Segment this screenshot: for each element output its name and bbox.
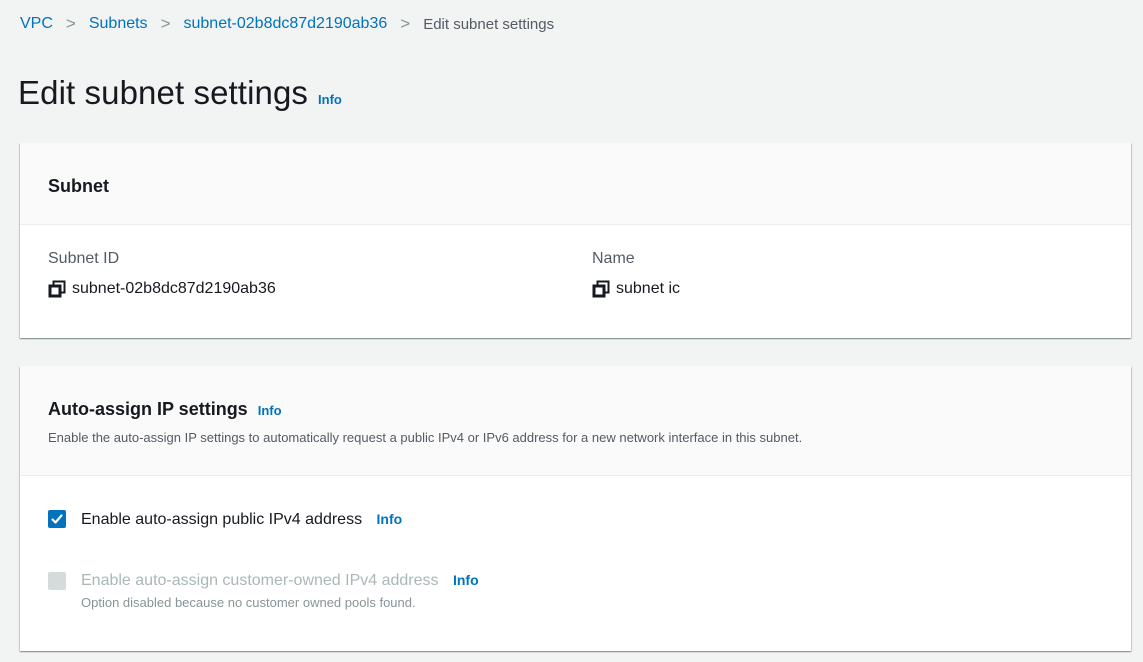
subnet-card-header: Subnet [20, 143, 1131, 225]
customer-owned-ipv4-checkbox[interactable] [48, 572, 66, 590]
subnet-id-label: Subnet ID [48, 250, 120, 267]
auto-assign-description: Enable the auto-assign IP settings to au… [48, 430, 803, 445]
breadcrumb: VPC > Subnets > subnet-02b8dc87d2190ab36… [20, 12, 554, 36]
auto-assign-info-link[interactable]: Info [258, 403, 282, 418]
chevron-right-icon: > [400, 14, 411, 33]
copy-icon[interactable] [592, 280, 610, 298]
name-label: Name [592, 250, 635, 267]
page-title: Edit subnet settings [18, 74, 309, 111]
breadcrumb-subnet-id-link[interactable]: subnet-02b8dc87d2190ab36 [184, 15, 388, 33]
name-value: subnet ic [616, 280, 681, 297]
public-ipv4-checkbox[interactable] [48, 510, 66, 528]
public-ipv4-info-link[interactable]: Info [377, 511, 403, 527]
public-ipv4-label[interactable]: Enable auto-assign public IPv4 address I… [81, 510, 402, 529]
subnet-card-title: Subnet [48, 176, 109, 196]
customer-owned-ipv4-label: Enable auto-assign customer-owned IPv4 a… [81, 572, 439, 589]
customer-owned-ipv4-option: Enable auto-assign customer-owned IPv4 a… [48, 572, 479, 610]
checkmark-icon [51, 514, 63, 524]
auto-assign-card: Auto-assign IP settings Info Enable the … [20, 366, 1131, 651]
breadcrumb-vpc-link[interactable]: VPC [20, 15, 53, 33]
public-ipv4-label-text: Enable auto-assign public IPv4 address [81, 511, 363, 528]
subnet-id-field: Subnet ID subnet-02b8dc87d2190ab36 [48, 250, 276, 298]
chevron-right-icon: > [160, 14, 171, 33]
name-field: Name subnet ic [592, 250, 680, 298]
copy-icon[interactable] [48, 280, 66, 298]
public-ipv4-option: Enable auto-assign public IPv4 address I… [48, 510, 402, 529]
subnet-card: Subnet Subnet ID subnet-02b8dc87d2190ab3… [20, 143, 1131, 338]
name-value-row: subnet ic [592, 280, 680, 298]
chevron-right-icon: > [65, 14, 76, 33]
auto-assign-card-title: Auto-assign IP settings [48, 399, 248, 419]
breadcrumb-current: Edit subnet settings [423, 15, 555, 33]
auto-assign-card-header: Auto-assign IP settings Info Enable the … [20, 366, 1131, 476]
subnet-id-value: subnet-02b8dc87d2190ab36 [72, 280, 276, 297]
breadcrumb-subnets-link[interactable]: Subnets [89, 15, 148, 33]
subnet-id-value-row: subnet-02b8dc87d2190ab36 [48, 280, 276, 298]
page-info-link[interactable]: Info [318, 92, 342, 107]
customer-owned-ipv4-description: Option disabled because no customer owne… [81, 595, 416, 610]
customer-owned-ipv4-info-link[interactable]: Info [453, 572, 479, 588]
page-header: Edit subnet settings Info [18, 74, 342, 112]
customer-owned-ipv4-text: Enable auto-assign customer-owned IPv4 a… [81, 572, 479, 610]
auto-assign-title-row: Auto-assign IP settings Info [48, 399, 1131, 420]
